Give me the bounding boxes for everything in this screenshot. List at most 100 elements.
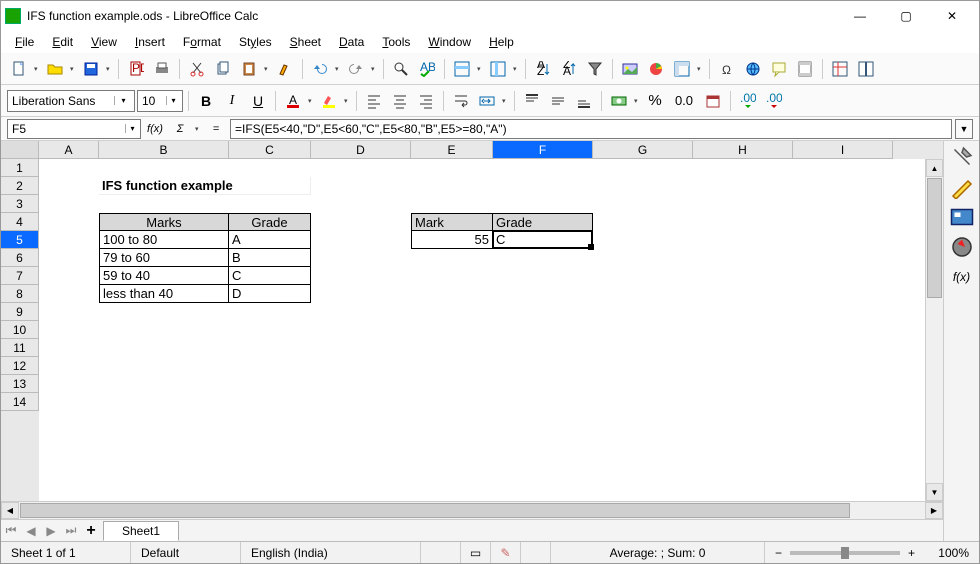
scroll-right-button[interactable]: ▶ bbox=[925, 502, 943, 519]
merge-cells-button[interactable] bbox=[475, 89, 499, 113]
vertical-scrollbar[interactable]: ▲ ▼ bbox=[925, 159, 943, 501]
sum-button[interactable]: Σ bbox=[169, 119, 191, 139]
row-header-3[interactable]: 3 bbox=[1, 195, 39, 213]
headers-footers-icon[interactable] bbox=[793, 57, 817, 81]
zoom-out-icon[interactable]: − bbox=[775, 546, 782, 560]
tab-first-button[interactable]: ⏮ bbox=[1, 521, 21, 541]
name-box[interactable]: F5 ▾ bbox=[7, 119, 141, 139]
status-insert-mode[interactable] bbox=[421, 542, 461, 563]
italic-button[interactable]: I bbox=[220, 89, 244, 113]
chart-icon[interactable] bbox=[644, 57, 668, 81]
special-char-icon[interactable]: Ω bbox=[715, 57, 739, 81]
valign-middle-button[interactable] bbox=[546, 89, 570, 113]
row-header-13[interactable]: 13 bbox=[1, 375, 39, 393]
status-selection-mode-icon[interactable]: ▭ bbox=[461, 542, 491, 563]
status-modified-icon[interactable]: ✎ bbox=[491, 542, 521, 563]
col-header-C[interactable]: C bbox=[229, 141, 311, 159]
scroll-left-button[interactable]: ◀ bbox=[1, 502, 19, 519]
col-header-D[interactable]: D bbox=[311, 141, 411, 159]
print-icon[interactable] bbox=[150, 57, 174, 81]
menu-window[interactable]: Window bbox=[420, 33, 479, 51]
menu-format[interactable]: Format bbox=[175, 33, 229, 51]
sidebar-navigator-icon[interactable] bbox=[950, 235, 974, 259]
row-header-10[interactable]: 10 bbox=[1, 321, 39, 339]
maximize-button[interactable]: ▢ bbox=[883, 1, 929, 31]
underline-button[interactable]: U bbox=[246, 89, 270, 113]
comment-icon[interactable] bbox=[767, 57, 791, 81]
menu-file[interactable]: File bbox=[7, 33, 42, 51]
sidebar-styles-icon[interactable] bbox=[950, 175, 974, 199]
row-header-6[interactable]: 6 bbox=[1, 249, 39, 267]
status-summary[interactable]: Average: ; Sum: 0 bbox=[551, 542, 765, 563]
cell-B4[interactable]: Marks bbox=[99, 213, 229, 231]
font-name-select[interactable]: Liberation Sans ▾ bbox=[7, 90, 135, 112]
cell-B2[interactable]: IFS function example bbox=[99, 177, 311, 195]
row-header-5[interactable]: 5 bbox=[1, 231, 39, 249]
font-size-select[interactable]: 10 ▾ bbox=[137, 90, 183, 112]
sidebar-functions-icon[interactable]: f(x) bbox=[950, 265, 974, 289]
cell-B8[interactable]: less than 40 bbox=[99, 285, 229, 303]
status-signature[interactable] bbox=[521, 542, 551, 563]
row-header-4[interactable]: 4 bbox=[1, 213, 39, 231]
col-header-H[interactable]: H bbox=[693, 141, 793, 159]
valign-bottom-button[interactable] bbox=[572, 89, 596, 113]
formula-button[interactable]: = bbox=[205, 119, 227, 139]
cell-C4[interactable]: Grade bbox=[229, 213, 311, 231]
find-icon[interactable] bbox=[389, 57, 413, 81]
row-header-11[interactable]: 11 bbox=[1, 339, 39, 357]
undo-icon[interactable] bbox=[308, 57, 332, 81]
status-language[interactable]: English (India) bbox=[241, 542, 421, 563]
menu-tools[interactable]: Tools bbox=[374, 33, 418, 51]
currency-button[interactable] bbox=[607, 89, 631, 113]
zoom-in-icon[interactable]: + bbox=[908, 546, 915, 560]
highlight-color-button[interactable] bbox=[317, 89, 341, 113]
spellcheck-icon[interactable]: ABC bbox=[415, 57, 439, 81]
bold-button[interactable]: B bbox=[194, 89, 218, 113]
scroll-up-button[interactable]: ▲ bbox=[926, 159, 943, 177]
menu-styles[interactable]: Styles bbox=[231, 33, 280, 51]
menu-view[interactable]: View bbox=[83, 33, 125, 51]
format-paintbrush-icon[interactable] bbox=[273, 57, 297, 81]
row-header-7[interactable]: 7 bbox=[1, 267, 39, 285]
cell-E5[interactable]: 55 bbox=[411, 231, 493, 249]
scroll-down-button[interactable]: ▼ bbox=[926, 483, 943, 501]
cell-C5[interactable]: A bbox=[229, 231, 311, 249]
hscroll-thumb[interactable] bbox=[20, 503, 850, 518]
sort-asc-icon[interactable]: AZ bbox=[531, 57, 555, 81]
date-button[interactable] bbox=[701, 89, 725, 113]
row-header-1[interactable]: 1 bbox=[1, 159, 39, 177]
row-header-8[interactable]: 8 bbox=[1, 285, 39, 303]
column-icon[interactable] bbox=[486, 57, 510, 81]
font-color-button[interactable]: A bbox=[281, 89, 305, 113]
close-button[interactable]: ✕ bbox=[929, 1, 975, 31]
row-header-14[interactable]: 14 bbox=[1, 393, 39, 411]
cut-icon[interactable] bbox=[185, 57, 209, 81]
align-left-button[interactable] bbox=[362, 89, 386, 113]
percent-button[interactable]: % bbox=[643, 89, 667, 113]
formula-input[interactable]: =IFS(E5<40,"D",E5<60,"C",E5<80,"B",E5>=8… bbox=[230, 119, 952, 139]
freeze-icon[interactable] bbox=[828, 57, 852, 81]
save-icon[interactable] bbox=[79, 57, 103, 81]
cell-B7[interactable]: 59 to 40 bbox=[99, 267, 229, 285]
add-sheet-button[interactable]: + bbox=[81, 521, 101, 541]
row-header-12[interactable]: 12 bbox=[1, 357, 39, 375]
add-decimal-button[interactable]: .000 bbox=[736, 89, 760, 113]
split-icon[interactable] bbox=[854, 57, 878, 81]
col-header-G[interactable]: G bbox=[593, 141, 693, 159]
minimize-button[interactable]: — bbox=[837, 1, 883, 31]
align-center-button[interactable] bbox=[388, 89, 412, 113]
cell-F5[interactable]: C bbox=[493, 231, 593, 249]
status-style[interactable]: Default bbox=[131, 542, 241, 563]
menu-edit[interactable]: Edit bbox=[44, 33, 81, 51]
cell-C7[interactable]: C bbox=[229, 267, 311, 285]
valign-top-button[interactable] bbox=[520, 89, 544, 113]
zoom-control[interactable]: − + bbox=[765, 542, 925, 563]
tab-last-button[interactable]: ⏭ bbox=[61, 521, 81, 541]
col-header-B[interactable]: B bbox=[99, 141, 229, 159]
open-icon[interactable] bbox=[43, 57, 67, 81]
row-header-9[interactable]: 9 bbox=[1, 303, 39, 321]
zoom-percent[interactable]: 100% bbox=[925, 542, 979, 563]
pivot-icon[interactable] bbox=[670, 57, 694, 81]
vscroll-thumb[interactable] bbox=[927, 178, 942, 298]
export-pdf-icon[interactable]: PDF bbox=[124, 57, 148, 81]
